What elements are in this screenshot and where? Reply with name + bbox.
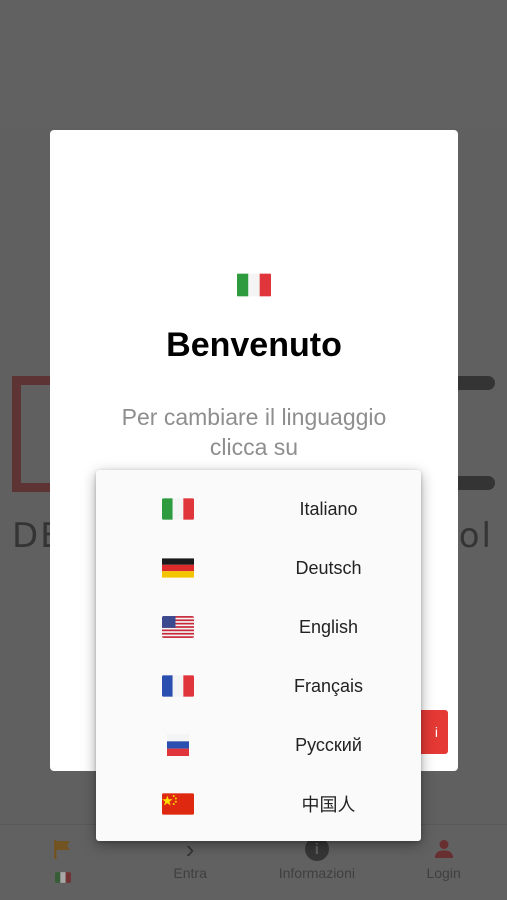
language-option-francais[interactable]: Français	[96, 657, 421, 715]
dialog-title: Benvenuto	[166, 326, 342, 364]
language-option-chinese[interactable]: 中国人	[96, 775, 421, 833]
language-label: Italiano	[299, 498, 358, 519]
language-option-russkiy[interactable]: Русский	[96, 716, 421, 774]
russia-flag-icon	[162, 734, 194, 756]
italy-flag-icon	[237, 273, 271, 297]
france-flag-icon	[162, 675, 194, 697]
language-option-deutsch[interactable]: Deutsch	[96, 539, 421, 597]
germany-flag-icon	[162, 557, 194, 579]
china-flag-icon	[162, 793, 194, 815]
language-dropdown: Italiano Deutsch English Français Русски…	[96, 470, 421, 841]
language-label: 中国人	[301, 795, 356, 815]
language-label: English	[298, 616, 359, 637]
language-label: Deutsch	[295, 557, 362, 578]
language-label: Français	[293, 675, 364, 696]
language-option-english[interactable]: English	[96, 598, 421, 656]
language-label: Русский	[295, 734, 362, 755]
italy-flag-icon	[162, 498, 194, 520]
confirm-button[interactable]: i	[417, 710, 448, 754]
language-option-italiano[interactable]: Italiano	[96, 480, 421, 538]
usa-flag-icon	[162, 616, 194, 638]
dialog-message: Per cambiare il linguaggio clicca su	[121, 404, 387, 460]
